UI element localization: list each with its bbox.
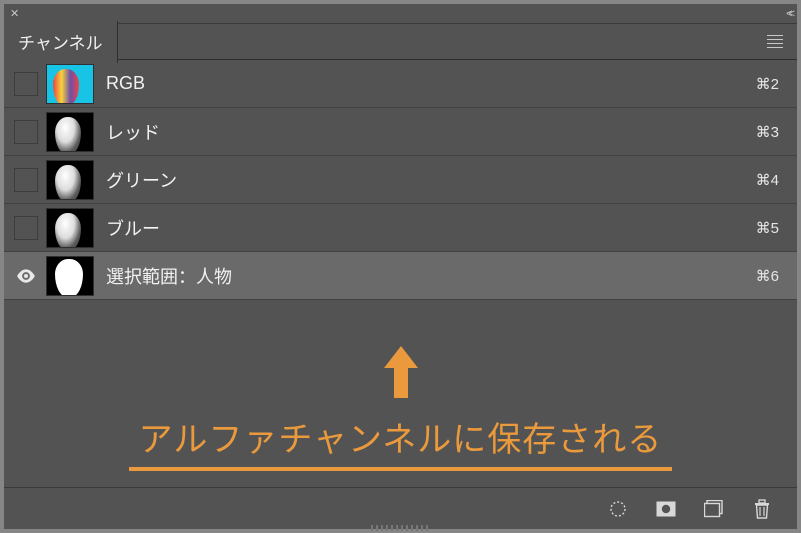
channel-thumbnail xyxy=(46,112,94,152)
panel-bottom-bar xyxy=(4,487,797,529)
panel-menu-icon[interactable] xyxy=(763,31,787,52)
channel-name: RGB xyxy=(106,73,756,94)
channel-name: ブルー xyxy=(106,215,756,241)
channel-thumbnail xyxy=(46,256,94,296)
channel-shortcut: ⌘5 xyxy=(756,219,779,237)
arrow-up-icon xyxy=(4,346,797,398)
collapse-icon[interactable]: << xyxy=(786,8,791,20)
channel-shortcut: ⌘6 xyxy=(756,267,779,285)
panel-tab-row: チャンネル xyxy=(4,24,797,60)
visibility-toggle[interactable] xyxy=(14,216,38,240)
visibility-toggle[interactable] xyxy=(14,264,38,288)
resize-handle[interactable] xyxy=(371,525,431,531)
panel-topbar: ✕ << xyxy=(4,4,797,24)
visibility-toggle[interactable] xyxy=(14,120,38,144)
annotation: アルファチャンネルに保存される xyxy=(4,346,797,471)
close-icon[interactable]: ✕ xyxy=(10,7,19,20)
channel-list: RGB ⌘2 レッド ⌘3 グリーン ⌘4 ブルー ⌘5 xyxy=(4,60,797,300)
delete-channel-icon[interactable] xyxy=(751,498,773,520)
new-channel-icon[interactable] xyxy=(703,498,725,520)
channel-name: レッド xyxy=(106,119,756,145)
channel-thumbnail xyxy=(46,64,94,104)
channel-row-green[interactable]: グリーン ⌘4 xyxy=(4,156,797,204)
channel-name: 選択範囲：人物 xyxy=(106,263,756,289)
channel-row-red[interactable]: レッド ⌘3 xyxy=(4,108,797,156)
channel-shortcut: ⌘3 xyxy=(756,123,779,141)
channel-row-rgb[interactable]: RGB ⌘2 xyxy=(4,60,797,108)
tab-channels[interactable]: チャンネル xyxy=(4,21,118,63)
visibility-toggle[interactable] xyxy=(14,72,38,96)
channel-thumbnail xyxy=(46,208,94,248)
channel-name: グリーン xyxy=(106,167,756,193)
channel-shortcut: ⌘2 xyxy=(756,75,779,93)
annotation-text: アルファチャンネルに保存される xyxy=(129,412,673,471)
channel-shortcut: ⌘4 xyxy=(756,171,779,189)
channel-thumbnail xyxy=(46,160,94,200)
load-selection-icon[interactable] xyxy=(607,498,629,520)
channels-panel: ✕ << チャンネル RGB ⌘2 レッド ⌘3 xyxy=(0,0,801,533)
channel-row-alpha[interactable]: 選択範囲：人物 ⌘6 xyxy=(4,252,797,300)
visibility-toggle[interactable] xyxy=(14,168,38,192)
save-selection-icon[interactable] xyxy=(655,498,677,520)
channel-row-blue[interactable]: ブルー ⌘5 xyxy=(4,204,797,252)
